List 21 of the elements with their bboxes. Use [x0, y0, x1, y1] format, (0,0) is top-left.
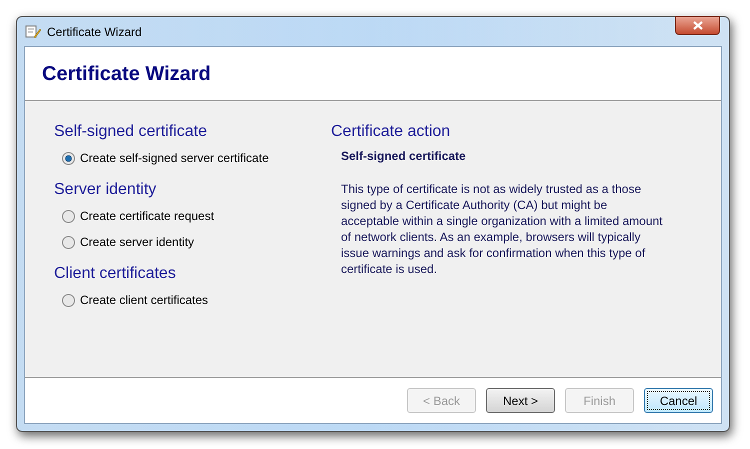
section-heading: Certificate action [331, 122, 452, 142]
radio-label[interactable]: Create client certificates [80, 291, 208, 309]
action-title: Self-signed certificate [341, 148, 467, 165]
certificate-pen-icon [25, 24, 41, 40]
radio-button[interactable] [62, 236, 75, 248]
wizard-button[interactable]: Cancel [644, 388, 713, 413]
section-heading: Server identity [54, 180, 158, 200]
close-button[interactable] [675, 16, 720, 35]
radio-label[interactable]: Create certificate request [80, 207, 214, 225]
radio-label[interactable]: Create self-signed server certificate [80, 149, 269, 167]
section-heading: Client certificates [54, 264, 177, 284]
wizard-heading: Certificate Wizard [42, 62, 211, 86]
wizard-button[interactable]: Next > [486, 388, 555, 413]
radio-button[interactable] [62, 152, 75, 164]
section-heading: Self-signed certificate [54, 122, 208, 142]
close-icon [692, 21, 702, 30]
radio-button[interactable] [62, 210, 75, 222]
radio-button[interactable] [62, 294, 75, 306]
radio-label[interactable]: Create server identity [80, 233, 194, 251]
action-description: This type of certificate is not as widely trusted as a those signed by a Certificate Authority (CA) but might be acceptable within a single organization with a limited amount of network clients. As an example, browsers will typically issue warnings and ask for confirmation when this type of certificate is used. [341, 181, 663, 277]
window-title: Certificate Wizard [47, 24, 142, 40]
